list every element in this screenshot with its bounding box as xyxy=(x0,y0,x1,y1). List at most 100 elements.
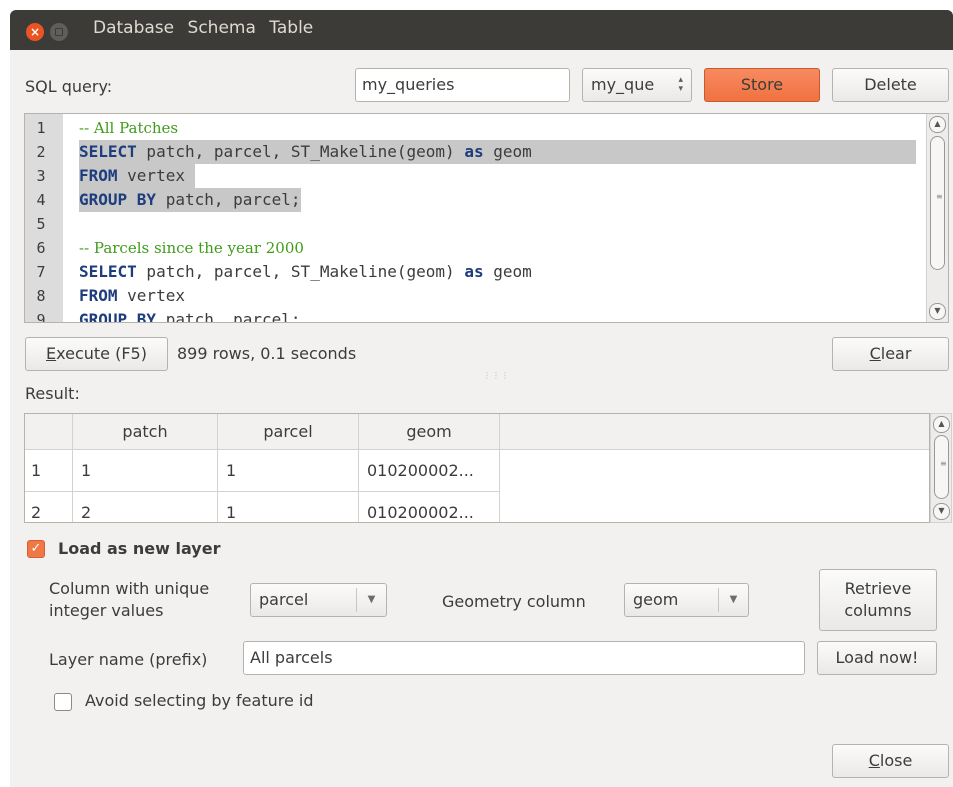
sql-keyword: GROUP BY xyxy=(79,190,157,209)
layer-name-label: Layer name (prefix) xyxy=(49,650,208,669)
editor-line[interactable]: 5 xyxy=(25,212,948,236)
code-text: FROM vertex xyxy=(79,164,195,188)
code-text: GROUP BY patch, parcel; xyxy=(79,188,301,212)
column-header-filler xyxy=(500,414,929,450)
splitter-grip-icon[interactable]: ⋮⋮⋮ xyxy=(483,371,510,380)
table-cell[interactable]: 2 xyxy=(73,492,218,522)
scroll-down-icon[interactable]: ▼ xyxy=(929,303,946,320)
line-number: 2 xyxy=(36,143,46,161)
editor-line[interactable]: 6 -- Parcels since the year 2000 xyxy=(25,236,948,260)
editor-scrollbar[interactable]: ▲ ≡ ▼ xyxy=(926,114,948,322)
minimize-window-icon[interactable] xyxy=(50,23,68,41)
code-text: FROM vertex xyxy=(79,284,185,308)
row-header[interactable]: 1 xyxy=(25,450,73,492)
line-number: 8 xyxy=(36,287,46,305)
sql-keyword: FROM xyxy=(79,166,118,185)
menu-bar: Database Schema Table xyxy=(93,18,321,38)
line-number: 1 xyxy=(36,119,46,137)
column-header-parcel[interactable]: parcel xyxy=(218,414,359,450)
table-cell[interactable]: 010200002... xyxy=(359,492,500,522)
retrieve-columns-button[interactable]: Retrieve columns xyxy=(819,569,937,631)
column-header-patch[interactable]: patch xyxy=(73,414,218,450)
sql-comment: -- Parcels since the year 2000 xyxy=(79,239,304,257)
result-table[interactable]: patch parcel geom 1 1 1 010200002... 2 2… xyxy=(24,413,930,523)
unique-column-label-line2: integer values xyxy=(49,601,164,620)
layer-name-input[interactable]: All parcels xyxy=(243,641,805,675)
saved-query-value: my_que xyxy=(591,75,655,94)
grip-icon: ≡ xyxy=(936,192,943,201)
sql-window: SQL query: my_queries my_que ▴ ▾ Store De… xyxy=(10,50,953,787)
menu-schema[interactable]: Schema xyxy=(188,18,256,38)
grip-icon: ≡ xyxy=(940,459,947,468)
editor-line[interactable]: 2 SELECT patch, parcel, ST_Makeline(geom)… xyxy=(25,140,948,164)
avoid-select-checkbox[interactable] xyxy=(54,693,72,711)
table-cell[interactable]: 010200002... xyxy=(359,450,500,492)
column-header-geom[interactable]: geom xyxy=(359,414,500,450)
table-cell[interactable]: 1 xyxy=(218,492,359,522)
code-text: SELECT patch, parcel, ST_Makeline(geom) … xyxy=(79,140,916,164)
editor-line[interactable]: 9 GROUP BY patch, parcel; xyxy=(25,308,948,322)
sql-token: geom xyxy=(483,142,532,161)
close-button[interactable]: Close xyxy=(832,744,949,778)
table-scrollbar[interactable]: ▲ ≡ ▼ xyxy=(930,413,952,523)
title-bar: × Database Schema Table xyxy=(10,10,953,50)
geometry-column-combo[interactable]: geom ▼ xyxy=(624,583,749,617)
mnemonic: C xyxy=(868,751,880,770)
load-as-layer-label: Load as new layer xyxy=(58,539,221,558)
row-header[interactable]: 2 xyxy=(25,492,73,522)
mnemonic: E xyxy=(46,344,57,363)
sql-keyword: FROM xyxy=(79,286,118,305)
line-number: 5 xyxy=(36,215,46,233)
close-window-icon[interactable]: × xyxy=(26,23,44,41)
unique-column-combo[interactable]: parcel ▼ xyxy=(250,583,387,617)
unique-column-label: Column with unique integer values xyxy=(49,578,209,622)
store-button[interactable]: Store xyxy=(704,68,820,102)
query-name-input[interactable]: my_queries xyxy=(355,68,570,102)
menu-table[interactable]: Table xyxy=(269,18,313,38)
load-as-layer-checkbox[interactable]: ✓ xyxy=(27,540,45,558)
sql-keyword: as xyxy=(464,142,484,161)
menu-database[interactable]: Database xyxy=(93,18,174,38)
execute-button[interactable]: Execute (F5) xyxy=(25,337,168,371)
scroll-down-icon[interactable]: ▼ xyxy=(933,503,950,520)
sql-token: patch, parcel, ST_Makeline(geom) xyxy=(136,142,465,161)
code-text: GROUP BY patch, parcel; xyxy=(79,308,301,322)
editor-line[interactable]: 3 FROM vertex xyxy=(25,164,948,188)
load-now-button[interactable]: Load now! xyxy=(817,641,937,675)
unique-column-value: parcel xyxy=(259,590,309,609)
unique-column-label-line1: Column with unique xyxy=(49,579,210,598)
sql-keyword: SELECT xyxy=(79,142,137,161)
table-cell[interactable]: 1 xyxy=(73,450,218,492)
editor-line[interactable]: 1 -- All Patches xyxy=(25,116,948,140)
retrieve-label-line2: columns xyxy=(844,601,912,620)
sql-query-label: SQL query: xyxy=(25,77,113,96)
sql-keyword: as xyxy=(464,262,484,281)
sql-token: patch, parcel; xyxy=(156,190,301,209)
dropdown-arrow-icon: ▼ xyxy=(356,588,386,612)
code-text: -- All Patches xyxy=(79,116,178,140)
sql-token: vertex xyxy=(117,286,185,305)
avoid-select-label: Avoid selecting by feature id xyxy=(85,691,314,710)
sql-editor[interactable]: 1 -- All Patches 2 SELECT patch, parcel, ST… xyxy=(24,113,949,323)
sql-token: vertex xyxy=(117,166,195,185)
delete-button[interactable]: Delete xyxy=(832,68,949,102)
execute-label: Execute (F5) xyxy=(46,344,147,363)
table-scroll-thumb[interactable]: ≡ xyxy=(934,435,949,499)
scroll-up-icon[interactable]: ▲ xyxy=(929,116,946,133)
editor-line[interactable]: 8 FROM vertex xyxy=(25,284,948,308)
geometry-column-label: Geometry column xyxy=(442,592,586,611)
editor-line[interactable]: 7 SELECT patch, parcel, ST_Makeline(geom)… xyxy=(25,260,948,284)
saved-query-combo[interactable]: my_que ▴ ▾ xyxy=(582,68,692,102)
code-text: SELECT patch, parcel, ST_Makeline(geom) … xyxy=(79,260,532,284)
editor-scroll-thumb[interactable]: ≡ xyxy=(930,136,945,270)
table-cell[interactable]: 1 xyxy=(218,450,359,492)
mnemonic: C xyxy=(869,344,881,363)
line-number: 4 xyxy=(36,191,46,209)
table-corner xyxy=(25,414,73,450)
editor-line[interactable]: 4 GROUP BY patch, parcel; xyxy=(25,188,948,212)
sql-token: patch, parcel, ST_Makeline(geom) xyxy=(136,262,465,281)
code-text: -- Parcels since the year 2000 xyxy=(79,236,304,260)
sql-token: geom xyxy=(483,262,532,281)
clear-button[interactable]: Clear xyxy=(832,337,949,371)
scroll-up-icon[interactable]: ▲ xyxy=(933,416,950,433)
